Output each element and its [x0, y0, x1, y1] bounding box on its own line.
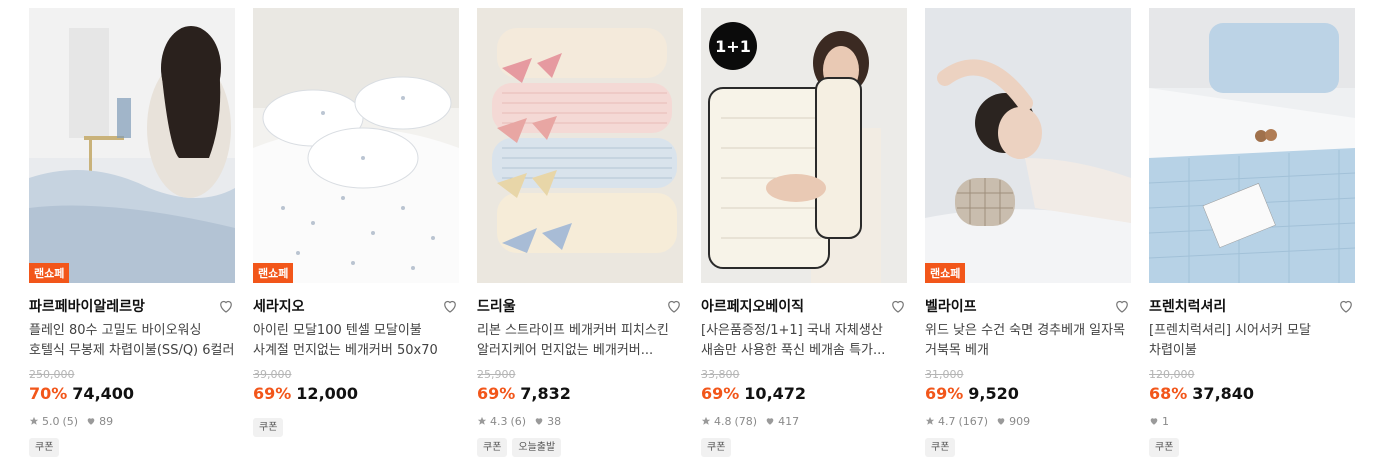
- discount-rate: 69%: [477, 384, 516, 403]
- original-price: 31,000: [925, 368, 964, 381]
- heart-outline-icon[interactable]: [217, 297, 235, 315]
- product-image[interactable]: [477, 8, 683, 283]
- coupon-chip: 쿠폰: [1149, 438, 1180, 457]
- discount-rate: 70%: [29, 384, 68, 403]
- heart-filled-icon: [535, 418, 543, 425]
- coupon-chip: 쿠폰: [253, 418, 284, 437]
- sale-price: 9,520: [968, 384, 1019, 403]
- like-count: 417: [778, 414, 800, 428]
- ranshop-tag: 랜쇼페: [925, 263, 966, 283]
- discount-rate: 69%: [701, 384, 740, 403]
- original-price: 33,800: [701, 368, 740, 381]
- discount-rate: 69%: [253, 384, 292, 403]
- rating-value: 4.8: [714, 414, 732, 428]
- like-count: 89: [99, 414, 114, 428]
- like-count: 909: [1009, 414, 1031, 428]
- heart-outline-icon[interactable]: [665, 297, 683, 315]
- like-count: 38: [547, 414, 562, 428]
- product-card[interactable]: 1+1 아르페지오베이직 [사은품증정/1+1] 국내 자체생산 새솜만 사용한…: [701, 8, 907, 457]
- product-meta: 5.0 (5) 89: [29, 414, 235, 428]
- product-title[interactable]: 아이린 모달100 텐셀 모달이불 사계절 먼지없는 베개커버 50x70: [253, 321, 459, 361]
- ranshop-tag: 랜쇼페: [253, 263, 294, 283]
- rating-value: 5.0: [42, 414, 60, 428]
- heart-outline-icon[interactable]: [1337, 297, 1355, 315]
- discount-rate: 69%: [925, 384, 964, 403]
- sale-price: 12,000: [296, 384, 359, 403]
- original-price: 25,900: [477, 368, 516, 381]
- discount-rate: 68%: [1149, 384, 1188, 403]
- product-title[interactable]: 플레인 80수 고밀도 바이오워싱 호텔식 무봉제 차렵이불(SS/Q) 6컬러: [29, 321, 235, 361]
- product-image[interactable]: [1149, 8, 1355, 283]
- like-count: 1: [1162, 414, 1169, 428]
- product-meta: 4.7 (167) 909: [925, 414, 1131, 428]
- star-icon: [925, 416, 935, 425]
- product-title[interactable]: 위드 낮은 수건 숙면 경추베개 일자목 거북목 베개: [925, 321, 1131, 361]
- sale-price: 37,840: [1192, 384, 1255, 403]
- original-price: 39,000: [253, 368, 292, 381]
- sale-price: 10,472: [744, 384, 807, 403]
- review-count: (78): [734, 414, 758, 428]
- coupon-chip: 쿠폰: [701, 438, 732, 457]
- coupon-chip: 쿠폰: [477, 438, 508, 457]
- brand-name[interactable]: 벨라이프: [925, 296, 977, 316]
- rating-value: 4.7: [938, 414, 956, 428]
- star-icon: [477, 416, 487, 425]
- original-price: 250,000: [29, 368, 75, 381]
- heart-filled-icon: [766, 418, 774, 425]
- product-grid: 랜쇼페 파르페바이알레르망 플레인 80수 고밀도 바이오워싱 호텔식 무봉제 …: [29, 8, 1355, 457]
- heart-outline-icon[interactable]: [889, 297, 907, 315]
- today-shipping-chip: 오늘출발: [512, 438, 562, 457]
- coupon-chip: 쿠폰: [925, 438, 956, 457]
- review-count: (167): [958, 414, 989, 428]
- rating-value: 4.3: [490, 414, 508, 428]
- star-icon: [701, 416, 711, 425]
- heart-outline-icon[interactable]: [1113, 297, 1131, 315]
- product-image[interactable]: 1+1: [701, 8, 907, 283]
- sale-price: 74,400: [72, 384, 135, 403]
- brand-name[interactable]: 세라지오: [253, 296, 305, 316]
- ranshop-tag: 랜쇼페: [29, 263, 70, 283]
- product-title[interactable]: [사은품증정/1+1] 국내 자체생산 새솜만 사용한 푹신 베개솜 특가...: [701, 321, 907, 361]
- heart-filled-icon: [87, 418, 95, 425]
- product-card[interactable]: 프렌치럭셔리 [프렌치럭셔리] 시어서커 모달 차렵이불 120,000 68%…: [1149, 8, 1355, 457]
- coupon-chip: 쿠폰: [29, 438, 60, 457]
- product-card[interactable]: 드리울 리본 스트라이프 베개커버 피치스킨 알러지케어 먼지없는 베개커버..…: [477, 8, 683, 457]
- product-meta: 4.3 (6) 38: [477, 414, 683, 428]
- product-card[interactable]: 랜쇼페 벨라이프 위드 낮은 수건 숙면 경추베개 일자목 거북목 베개 31,…: [925, 8, 1131, 457]
- product-meta: 1: [1149, 414, 1355, 428]
- review-count: (6): [510, 414, 527, 428]
- brand-name[interactable]: 아르페지오베이직: [701, 296, 804, 316]
- brand-name[interactable]: 파르페바이알레르망: [29, 296, 145, 316]
- brand-name[interactable]: 프렌치럭셔리: [1149, 296, 1226, 316]
- brand-name[interactable]: 드리울: [477, 296, 516, 316]
- star-icon: [29, 416, 39, 425]
- review-count: (5): [62, 414, 79, 428]
- heart-outline-icon[interactable]: [441, 297, 459, 315]
- sale-price: 7,832: [520, 384, 571, 403]
- heart-filled-icon: [997, 418, 1005, 425]
- product-card[interactable]: 랜쇼페 파르페바이알레르망 플레인 80수 고밀도 바이오워싱 호텔식 무봉제 …: [29, 8, 235, 457]
- one-plus-one-badge: 1+1: [709, 22, 757, 70]
- original-price: 120,000: [1149, 368, 1195, 381]
- product-image[interactable]: 랜쇼페: [925, 8, 1131, 283]
- product-meta: 4.8 (78) 417: [701, 414, 907, 428]
- product-card[interactable]: 랜쇼페 세라지오 아이린 모달100 텐셀 모달이불 사계절 먼지없는 베개커버…: [253, 8, 459, 457]
- heart-filled-icon: [1150, 418, 1158, 425]
- product-title[interactable]: [프렌치럭셔리] 시어서커 모달 차렵이불: [1149, 321, 1355, 361]
- product-image[interactable]: 랜쇼페: [253, 8, 459, 283]
- product-title[interactable]: 리본 스트라이프 베개커버 피치스킨 알러지케어 먼지없는 베개커버...: [477, 321, 683, 361]
- product-image[interactable]: 랜쇼페: [29, 8, 235, 283]
